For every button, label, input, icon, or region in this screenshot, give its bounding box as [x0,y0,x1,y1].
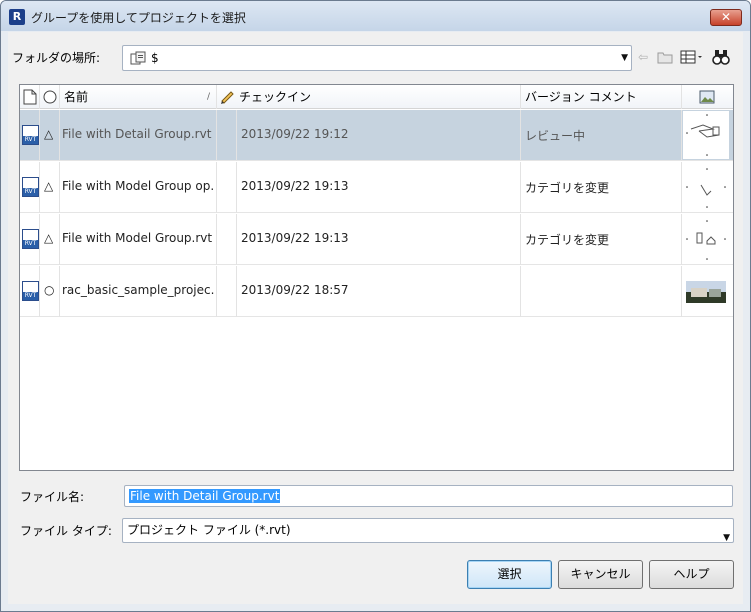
status-cell: △ [40,110,60,161]
column-status[interactable] [40,85,60,109]
rvt-file-icon [22,229,39,249]
thumbnail-cell [682,214,733,265]
views-icon[interactable] [679,48,705,66]
status-triangle-icon: △ [44,231,54,245]
thumbnail-cell [682,266,733,317]
image-icon [699,90,715,104]
spacer-cell [217,266,237,317]
file-name: rac_basic_sample_projec... [62,283,214,297]
version-comment: カテゴリを変更 [525,181,610,195]
column-comment-label: バージョン コメント [525,90,637,104]
status-cell: △ [40,162,60,213]
version-comment: レビュー中 [525,129,586,143]
name-cell: File with Model Group.rvt [60,214,217,265]
folder-path: $ [151,51,159,65]
status-circle-icon [43,90,57,104]
status-triangle-icon: △ [44,179,54,193]
checkin-cell: 2013/09/22 19:13 [237,214,521,265]
filetype-label: ファイル タイプ: [20,524,112,538]
pencil-icon [221,91,234,104]
folder-location-combo[interactable]: $ ▼ [122,45,632,71]
file-list[interactable]: 名前 / チェックイン バージョン コメント △ File with Det [19,84,734,471]
document-icon [23,89,37,105]
thumbnail-cell [682,110,733,161]
rvt-file-icon [22,177,39,197]
column-name[interactable]: 名前 / [60,85,217,109]
comment-cell: カテゴリを変更 [521,162,682,213]
file-name: File with Model Group op... [62,179,214,193]
spacer-cell [217,214,237,265]
status-cell: ○ [40,266,60,317]
type-cell [20,110,40,161]
filename-value: File with Detail Group.rvt [129,489,281,503]
server-folder-icon [130,51,146,65]
table-row[interactable]: ○ rac_basic_sample_projec... 2013/09/22 … [20,266,733,317]
type-cell [20,214,40,265]
checkin-date: 2013/09/22 19:13 [241,231,349,245]
rvt-file-icon [22,125,39,145]
status-cell: △ [40,214,60,265]
thumbnail-preview [683,111,729,159]
comment-cell [521,266,682,317]
close-button[interactable]: ✕ [710,9,742,26]
chevron-down-icon[interactable]: ▼ [621,53,628,63]
filetype-value: プロジェクト ファイル (*.rvt) [127,523,291,537]
checkin-date: 2013/09/22 19:12 [241,127,349,141]
column-name-label: 名前 [64,90,89,104]
photo-thumbnail [683,267,729,315]
table-row[interactable]: △ File with Detail Group.rvt 2013/09/22 … [20,110,733,161]
type-cell [20,266,40,317]
dialog-window: R グループを使用してプロジェクトを選択 ✕ フォルダの場所: $ ▼ ⇦ 名前… [0,0,751,612]
checkin-cell: 2013/09/22 18:57 [237,266,521,317]
file-list-header: 名前 / チェックイン バージョン コメント [20,85,733,109]
chevron-down-icon[interactable]: ▼ [723,527,730,550]
folder-location-label: フォルダの場所: [12,51,101,65]
select-button[interactable]: 選択 [467,560,552,589]
file-name: File with Detail Group.rvt [62,127,212,141]
sort-indicator-icon: / [206,92,210,102]
column-type[interactable] [20,85,40,109]
checkin-cell: 2013/09/22 19:13 [237,162,521,213]
spacer-cell [217,110,237,161]
name-cell: File with Detail Group.rvt [60,110,217,161]
help-button[interactable]: ヘルプ [649,560,734,589]
column-checkin[interactable]: チェックイン [217,85,521,109]
status-triangle-icon: △ [44,127,54,141]
filetype-select[interactable]: プロジェクト ファイル (*.rvt) ▼ [122,518,734,543]
table-row[interactable]: △ File with Model Group.rvt 2013/09/22 1… [20,214,733,265]
thumbnail-preview [683,163,729,211]
name-cell: File with Model Group op... [60,162,217,213]
table-row[interactable]: △ File with Model Group op... 2013/09/22… [20,162,733,213]
dialog-body: フォルダの場所: $ ▼ ⇦ 名前 / チェックイン バージョン コメント RV… [8,32,743,604]
status-circle-icon: ○ [44,283,55,297]
column-checkin-label: チェックイン [239,90,312,104]
window-title: グループを使用してプロジェクトを選択 [31,11,246,25]
name-cell: rac_basic_sample_projec... [60,266,217,317]
spacer-cell [217,162,237,213]
title-bar[interactable]: R グループを使用してプロジェクトを選択 ✕ [1,1,750,31]
thumbnail-cell [682,162,733,213]
checkin-date: 2013/09/22 18:57 [241,283,349,297]
revit-logo-icon: R [9,9,25,25]
type-cell [20,162,40,213]
filename-input[interactable]: File with Detail Group.rvt [124,485,733,507]
filename-label: ファイル名: [20,490,85,504]
comment-cell: レビュー中 [521,110,682,161]
version-comment: カテゴリを変更 [525,233,610,247]
file-name: File with Model Group.rvt [62,231,213,245]
checkin-date: 2013/09/22 19:13 [241,179,349,193]
back-icon[interactable]: ⇦ [634,48,652,66]
column-thumbnail[interactable] [682,85,733,109]
search-icon[interactable] [711,48,731,66]
comment-cell: カテゴリを変更 [521,214,682,265]
checkin-cell: 2013/09/22 19:12 [237,110,521,161]
thumbnail-preview [683,215,729,263]
rvt-file-icon [22,281,39,301]
up-folder-icon[interactable] [656,48,674,66]
cancel-button[interactable]: キャンセル [558,560,643,589]
column-comment[interactable]: バージョン コメント [521,85,682,109]
